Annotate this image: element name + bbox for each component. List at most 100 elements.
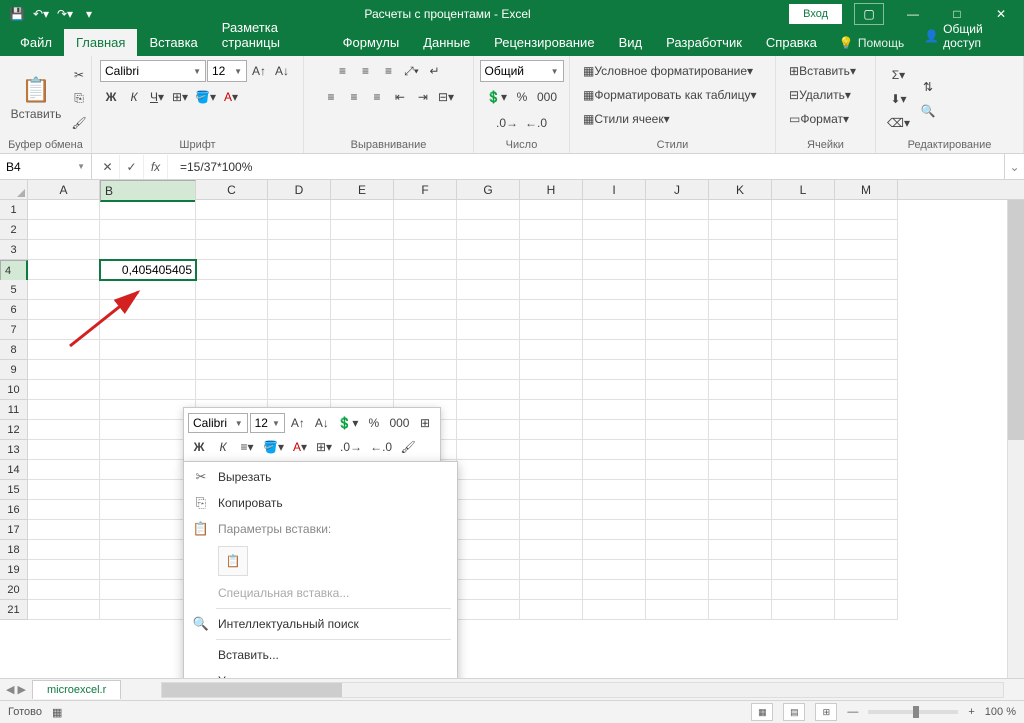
- percent-button[interactable]: %: [511, 86, 533, 108]
- cell[interactable]: [100, 480, 196, 500]
- cell[interactable]: [835, 320, 898, 340]
- mini-inc-decimal[interactable]: .0→: [337, 436, 365, 458]
- cell[interactable]: [583, 240, 646, 260]
- cell[interactable]: [28, 380, 100, 400]
- cell[interactable]: [100, 460, 196, 480]
- cell[interactable]: [520, 240, 583, 260]
- zoom-slider[interactable]: [868, 710, 958, 714]
- cell[interactable]: [520, 480, 583, 500]
- cell[interactable]: [457, 440, 520, 460]
- cell[interactable]: [100, 500, 196, 520]
- cell[interactable]: [583, 500, 646, 520]
- cell[interactable]: [457, 580, 520, 600]
- row-header[interactable]: 19: [0, 560, 28, 580]
- column-header[interactable]: G: [457, 180, 520, 199]
- cell[interactable]: [457, 240, 520, 260]
- cell[interactable]: [28, 260, 100, 280]
- cell[interactable]: [331, 380, 394, 400]
- cell[interactable]: [100, 320, 196, 340]
- mini-font-color[interactable]: A▾: [289, 436, 311, 458]
- paste-button[interactable]: 📋 Вставить: [8, 74, 64, 123]
- borders-button[interactable]: ⊞▾: [169, 86, 191, 108]
- name-box[interactable]: B4▼: [0, 154, 92, 179]
- mini-font-select[interactable]: Calibri▼: [188, 413, 248, 433]
- cell[interactable]: [520, 560, 583, 580]
- cell[interactable]: [646, 260, 709, 280]
- signin-button[interactable]: Вход: [789, 4, 842, 24]
- cell[interactable]: [268, 320, 331, 340]
- cell[interactable]: [520, 260, 583, 280]
- view-page-layout-button[interactable]: ▤: [783, 703, 805, 721]
- cell[interactable]: [268, 220, 331, 240]
- cell[interactable]: [268, 280, 331, 300]
- cell[interactable]: [835, 400, 898, 420]
- cell[interactable]: [520, 420, 583, 440]
- cell[interactable]: [100, 360, 196, 380]
- cell[interactable]: [646, 520, 709, 540]
- ctx-delete[interactable]: Удалить...: [184, 668, 457, 678]
- cell[interactable]: [520, 400, 583, 420]
- cell[interactable]: [331, 320, 394, 340]
- cell[interactable]: [100, 600, 196, 620]
- row-header[interactable]: 21: [0, 600, 28, 620]
- cell[interactable]: [835, 260, 898, 280]
- tab-insert[interactable]: Вставка: [137, 29, 209, 56]
- cell[interactable]: [28, 240, 100, 260]
- shrink-font-button[interactable]: A↓: [271, 60, 293, 82]
- sheet-nav[interactable]: ◀ ▶: [0, 683, 32, 696]
- cell[interactable]: [196, 220, 268, 240]
- cell[interactable]: [520, 440, 583, 460]
- tab-help[interactable]: Справка: [754, 29, 829, 56]
- cell[interactable]: [394, 360, 457, 380]
- cell[interactable]: [520, 500, 583, 520]
- cell[interactable]: [709, 480, 772, 500]
- cell[interactable]: [268, 260, 331, 280]
- cell[interactable]: [100, 440, 196, 460]
- cell[interactable]: [394, 200, 457, 220]
- cell[interactable]: [457, 220, 520, 240]
- cell[interactable]: [772, 360, 835, 380]
- cell[interactable]: [709, 440, 772, 460]
- cell[interactable]: [772, 560, 835, 580]
- cell[interactable]: [835, 560, 898, 580]
- cell[interactable]: [520, 300, 583, 320]
- tab-review[interactable]: Рецензирование: [482, 29, 606, 56]
- number-format-select[interactable]: Общий▼: [480, 60, 564, 82]
- mini-align[interactable]: ≡▾: [236, 436, 258, 458]
- cell[interactable]: [835, 360, 898, 380]
- cell[interactable]: [583, 600, 646, 620]
- undo-button[interactable]: ↶▾: [30, 3, 52, 25]
- cell[interactable]: [646, 220, 709, 240]
- cell[interactable]: [28, 600, 100, 620]
- cell[interactable]: [28, 420, 100, 440]
- cell[interactable]: [709, 260, 772, 280]
- cell[interactable]: [835, 420, 898, 440]
- cell[interactable]: [709, 560, 772, 580]
- cell[interactable]: [331, 200, 394, 220]
- tab-view[interactable]: Вид: [607, 29, 655, 56]
- cell[interactable]: [457, 560, 520, 580]
- cell[interactable]: [835, 540, 898, 560]
- format-as-table-button[interactable]: ▦ Форматировать как таблицу ▾: [578, 84, 762, 106]
- cell[interactable]: [331, 340, 394, 360]
- delete-cells-button[interactable]: ⊟ Удалить ▾: [784, 84, 856, 106]
- cell[interactable]: [709, 540, 772, 560]
- cell[interactable]: [709, 220, 772, 240]
- cell[interactable]: [100, 560, 196, 580]
- cell[interactable]: [835, 480, 898, 500]
- column-header[interactable]: B: [100, 180, 196, 202]
- column-header[interactable]: L: [772, 180, 835, 199]
- cell[interactable]: [709, 360, 772, 380]
- cell[interactable]: [772, 400, 835, 420]
- cell[interactable]: [835, 580, 898, 600]
- cell[interactable]: [457, 500, 520, 520]
- cell[interactable]: [520, 280, 583, 300]
- cell[interactable]: [457, 400, 520, 420]
- cell[interactable]: [835, 520, 898, 540]
- tab-page-layout[interactable]: Разметка страницы: [210, 14, 331, 56]
- font-color-button[interactable]: A▾: [220, 86, 242, 108]
- mini-percent[interactable]: %: [363, 412, 385, 434]
- cell[interactable]: [709, 320, 772, 340]
- cell[interactable]: [457, 360, 520, 380]
- cell[interactable]: [709, 240, 772, 260]
